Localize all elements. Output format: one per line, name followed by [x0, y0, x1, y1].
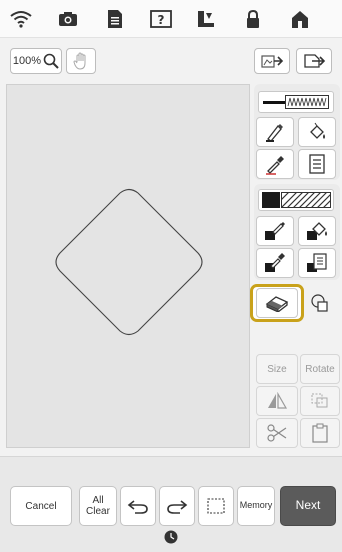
paint-bucket-icon: [310, 122, 325, 139]
shape-tool[interactable]: [303, 288, 337, 318]
region-eyedropper-tool[interactable]: [256, 248, 294, 278]
document-icon[interactable]: [102, 6, 128, 32]
cancel-button[interactable]: Cancel: [10, 486, 72, 526]
redo-icon: [167, 500, 188, 514]
pen-icon: [266, 124, 283, 142]
redo-button[interactable]: [159, 486, 195, 526]
undo-icon: [127, 500, 148, 514]
region-eyedropper-icon: [265, 253, 285, 272]
line-type-selector[interactable]: [258, 91, 334, 113]
rotate-button[interactable]: Rotate: [300, 354, 340, 384]
next-label: Next: [295, 498, 321, 513]
export-icon: [304, 54, 326, 68]
duplicate-icon: [311, 393, 328, 408]
eyedropper-icon: [266, 156, 284, 175]
eraser-icon: [265, 296, 289, 312]
shapes-icon: [311, 294, 328, 312]
cancel-label: Cancel: [25, 500, 57, 512]
hand-pan-icon: [73, 52, 86, 70]
line-pen-tool[interactable]: [256, 117, 294, 147]
solid-line-icon: [263, 101, 285, 104]
eraser-tool[interactable]: [256, 288, 298, 318]
line-eyedropper-tool[interactable]: [256, 149, 294, 179]
duplicate-button[interactable]: [300, 386, 340, 416]
scissors-icon: [267, 424, 287, 442]
size-button[interactable]: Size: [256, 354, 298, 384]
help-icon[interactable]: ?: [148, 6, 174, 32]
flip-icon: [268, 392, 288, 409]
memory-label: Memory: [239, 500, 273, 511]
all-clear-label-line2: Clear: [86, 506, 110, 517]
lock-icon[interactable]: [240, 6, 266, 32]
drawing-canvas[interactable]: [6, 84, 250, 448]
size-label: Size: [267, 363, 287, 375]
export-button[interactable]: [296, 48, 332, 74]
svg-text:?: ?: [158, 13, 165, 27]
all-clear-label-line1: All: [92, 495, 104, 506]
line-list-tool[interactable]: [298, 149, 336, 179]
solid-fill-icon: [262, 192, 280, 208]
all-clear-button[interactable]: All Clear: [79, 486, 117, 526]
pan-button[interactable]: [66, 48, 96, 74]
list-icon: [309, 154, 325, 174]
brush-icon: [265, 222, 285, 240]
diamond-shape[interactable]: [7, 85, 251, 449]
home-icon[interactable]: [287, 6, 313, 32]
rotate-label: Rotate: [305, 363, 335, 375]
flip-button[interactable]: [256, 386, 298, 416]
import-icon: [261, 55, 284, 68]
region-brush-tool[interactable]: [256, 216, 294, 246]
region-list-icon: [307, 253, 327, 272]
next-button[interactable]: Next: [280, 486, 336, 526]
fill-bucket-icon: [307, 222, 327, 240]
zigzag-line-icon: [285, 95, 329, 109]
region-list-tool[interactable]: [298, 248, 336, 278]
zoom-button[interactable]: 100%: [10, 48, 62, 74]
select-area-button[interactable]: [198, 486, 234, 526]
hatch-fill-icon: [281, 192, 331, 208]
zoom-level: 100%: [12, 55, 42, 67]
clipboard-icon: [312, 423, 328, 443]
region-fill-tool[interactable]: [298, 216, 336, 246]
fill-type-selector[interactable]: [258, 189, 334, 211]
wifi-icon[interactable]: [8, 6, 34, 32]
clock-icon: [164, 530, 178, 544]
sewing-machine-icon[interactable]: [193, 6, 219, 32]
status-bar: ?: [0, 0, 342, 38]
line-fill-tool[interactable]: [298, 117, 336, 147]
camera-icon[interactable]: [55, 6, 81, 32]
undo-button[interactable]: [120, 486, 156, 526]
selection-icon: [207, 498, 225, 514]
paste-button[interactable]: [300, 418, 340, 448]
import-button[interactable]: [254, 48, 290, 74]
zoom-icon: [43, 53, 59, 69]
cut-button[interactable]: [256, 418, 298, 448]
memory-button[interactable]: Memory: [237, 486, 275, 526]
